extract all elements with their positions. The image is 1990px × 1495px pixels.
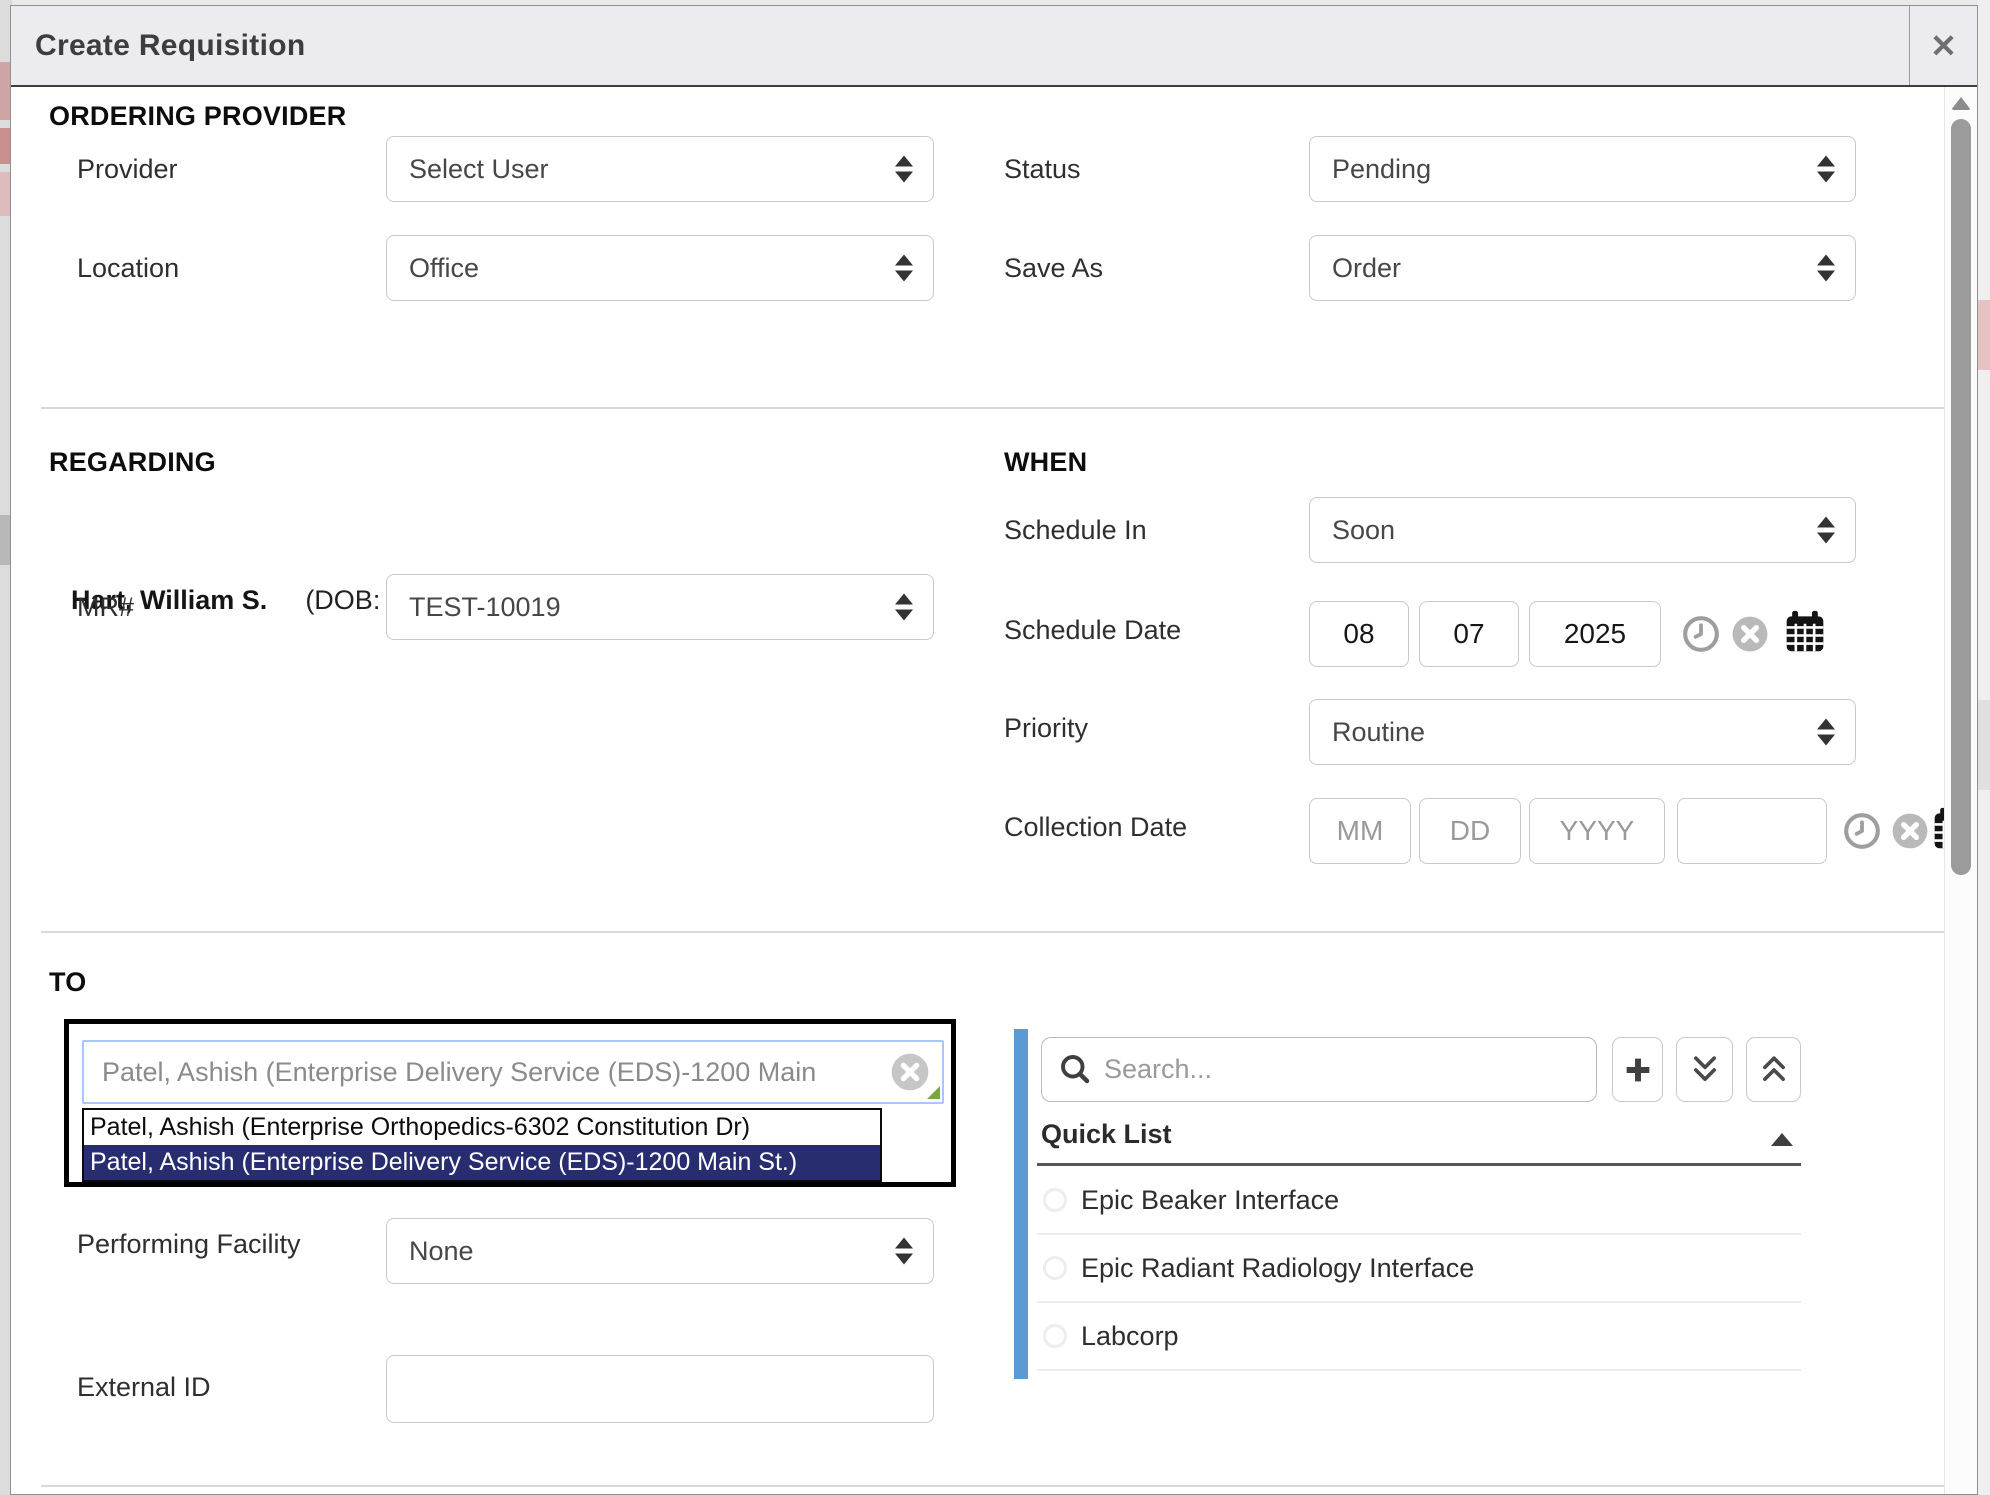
recipient-search-input[interactable] xyxy=(82,1040,944,1104)
select-stepper-icon xyxy=(895,156,913,183)
section-divider xyxy=(41,407,1945,409)
quick-list-item[interactable]: Labcorp xyxy=(1037,1303,1801,1371)
performing-facility-label: Performing Facility xyxy=(77,1221,307,1267)
external-id-label: External ID xyxy=(77,1372,211,1403)
resize-handle-icon[interactable] xyxy=(927,1086,940,1099)
schedule-year-input[interactable] xyxy=(1529,601,1661,667)
collection-month-input[interactable] xyxy=(1309,798,1411,864)
provider-select-value: Select User xyxy=(409,154,549,185)
scroll-up-arrow-icon[interactable] xyxy=(1951,97,1971,110)
collection-time-clock-icon[interactable] xyxy=(1843,812,1881,855)
section-divider xyxy=(41,1485,1945,1487)
radio-icon[interactable] xyxy=(1043,1324,1067,1348)
schedule-in-select-value: Soon xyxy=(1332,515,1395,546)
select-stepper-icon xyxy=(895,1238,913,1265)
performing-facility-select[interactable]: None xyxy=(386,1218,934,1284)
location-select[interactable]: Office xyxy=(386,235,934,301)
collapse-all-button[interactable] xyxy=(1746,1037,1801,1102)
directory-accent-bar xyxy=(1014,1029,1028,1379)
dialog-header: Create Requisition ✕ xyxy=(11,6,1977,87)
select-stepper-icon xyxy=(1817,719,1835,746)
mr-select-value: TEST-10019 xyxy=(409,592,561,623)
directory-search-input[interactable] xyxy=(1041,1037,1597,1102)
schedule-in-select[interactable]: Soon xyxy=(1309,497,1856,563)
plus-icon xyxy=(1621,1053,1655,1087)
recipient-suggestion-list: Patel, Ashish (Enterprise Orthopedics-63… xyxy=(82,1108,882,1182)
collection-day-input[interactable] xyxy=(1419,798,1521,864)
quick-list-item[interactable]: Epic Radiant Radiology Interface xyxy=(1037,1235,1801,1303)
dob-prefix: (DOB: xyxy=(305,585,388,615)
select-stepper-icon xyxy=(895,594,913,621)
recipient-suggestion-selected[interactable]: Patel, Ashish (Enterprise Delivery Servi… xyxy=(84,1145,880,1180)
collection-date-clear-icon[interactable] xyxy=(1891,812,1929,855)
collection-year-input[interactable] xyxy=(1529,798,1665,864)
dialog-body: ORDERING PROVIDER Provider Select User S… xyxy=(11,87,1977,1494)
background-page-right xyxy=(1978,0,1990,1495)
when-heading: WHEN xyxy=(1004,447,1087,478)
status-label: Status xyxy=(1004,154,1081,185)
section-divider xyxy=(41,931,1945,933)
quick-list-item[interactable]: Epic Beaker Interface xyxy=(1037,1167,1801,1235)
select-stepper-icon xyxy=(1817,156,1835,183)
expand-all-button[interactable] xyxy=(1676,1037,1733,1102)
chevron-double-down-icon xyxy=(1689,1053,1721,1087)
quick-list-item-label: Epic Beaker Interface xyxy=(1081,1185,1339,1216)
schedule-date-calendar-icon[interactable] xyxy=(1783,609,1827,660)
radio-icon[interactable] xyxy=(1043,1188,1067,1212)
quick-list-heading: Quick List xyxy=(1041,1119,1172,1150)
quick-list-divider xyxy=(1037,1163,1801,1166)
schedule-date-label: Schedule Date xyxy=(1004,615,1181,646)
collection-date-label: Collection Date xyxy=(1004,812,1187,843)
ordering-provider-heading: ORDERING PROVIDER xyxy=(49,101,346,132)
quick-list-collapse-icon[interactable] xyxy=(1771,1133,1793,1146)
external-id-input[interactable] xyxy=(386,1355,934,1423)
schedule-day-input[interactable] xyxy=(1419,601,1519,667)
location-label: Location xyxy=(77,253,179,284)
close-button[interactable]: ✕ xyxy=(1909,6,1977,85)
save-as-select-value: Order xyxy=(1332,253,1401,284)
quick-list-item-label: Epic Radiant Radiology Interface xyxy=(1081,1253,1474,1284)
provider-label: Provider xyxy=(77,154,178,185)
location-select-value: Office xyxy=(409,253,479,284)
priority-label: Priority xyxy=(1004,713,1088,744)
chevron-double-up-icon xyxy=(1758,1053,1790,1087)
recipient-clear-icon[interactable] xyxy=(890,1052,930,1092)
schedule-month-input[interactable] xyxy=(1309,601,1409,667)
schedule-in-label: Schedule In xyxy=(1004,515,1147,546)
status-select[interactable]: Pending xyxy=(1309,136,1856,202)
status-select-value: Pending xyxy=(1332,154,1431,185)
mr-label: MR# xyxy=(77,592,134,623)
provider-select[interactable]: Select User xyxy=(386,136,934,202)
radio-icon[interactable] xyxy=(1043,1256,1067,1280)
quick-list-item-label: Labcorp xyxy=(1081,1321,1179,1352)
dialog-title: Create Requisition xyxy=(11,29,305,63)
schedule-date-clear-icon[interactable] xyxy=(1731,615,1769,658)
select-stepper-icon xyxy=(895,255,913,282)
create-requisition-dialog: Create Requisition ✕ ORDERING PROVIDER P… xyxy=(10,5,1978,1495)
save-as-select[interactable]: Order xyxy=(1309,235,1856,301)
vertical-scrollbar[interactable] xyxy=(1944,87,1977,1494)
save-as-label: Save As xyxy=(1004,253,1103,284)
mr-select[interactable]: TEST-10019 xyxy=(386,574,934,640)
select-stepper-icon xyxy=(1817,255,1835,282)
scrollbar-thumb[interactable] xyxy=(1951,119,1971,875)
schedule-time-clock-icon[interactable] xyxy=(1682,615,1720,658)
to-heading: TO xyxy=(49,967,86,998)
select-stepper-icon xyxy=(1817,517,1835,544)
priority-select-value: Routine xyxy=(1332,717,1425,748)
performing-facility-select-value: None xyxy=(409,1236,474,1267)
recipient-suggestion[interactable]: Patel, Ashish (Enterprise Orthopedics-63… xyxy=(84,1110,880,1145)
regarding-heading: REGARDING xyxy=(49,447,216,478)
search-icon xyxy=(1057,1051,1093,1092)
add-recipient-button[interactable] xyxy=(1612,1037,1663,1102)
collection-time-input[interactable] xyxy=(1677,798,1827,864)
priority-select[interactable]: Routine xyxy=(1309,699,1856,765)
recipient-picker-highlight-box: Patel, Ashish (Enterprise Orthopedics-63… xyxy=(64,1019,956,1187)
